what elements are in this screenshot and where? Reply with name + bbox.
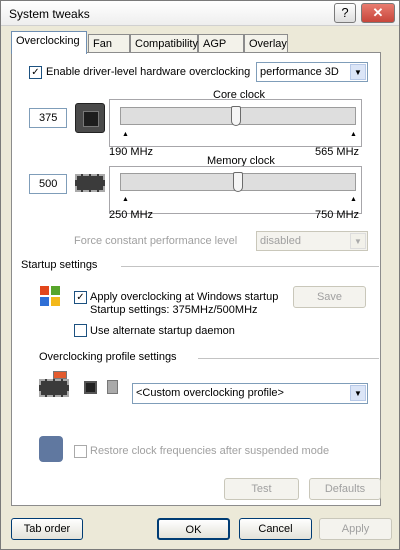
chevron-down-icon: ▼ bbox=[350, 233, 366, 249]
close-button[interactable]: ✕ bbox=[361, 3, 395, 23]
restore-clock-checkbox bbox=[74, 445, 87, 458]
memory-clock-value[interactable]: 500 bbox=[29, 174, 67, 194]
startup-settings-text: Startup settings: 375MHz/500MHz bbox=[90, 304, 258, 316]
restore-clock-icon bbox=[39, 436, 63, 462]
performance-level-value: disabled bbox=[260, 235, 301, 247]
ok-button[interactable]: OK bbox=[157, 518, 230, 540]
tab-order-button[interactable]: Tab order bbox=[11, 518, 83, 540]
core-clock-value[interactable]: 375 bbox=[29, 108, 67, 128]
memory-clock-slider[interactable]: ▲ ▲ bbox=[109, 166, 362, 214]
core-clock-min-tick: ▲ bbox=[122, 131, 129, 138]
profile-select[interactable]: <Custom overclocking profile> ▼ bbox=[132, 383, 368, 404]
title-bar: System tweaks ? ✕ bbox=[1, 1, 399, 26]
core-clock-min-label: 190 MHz bbox=[109, 146, 154, 158]
chevron-down-icon: ▼ bbox=[350, 64, 366, 80]
memory-clock-max-label: 750 MHz bbox=[315, 209, 360, 221]
memory-clock-max-tick: ▲ bbox=[350, 196, 357, 203]
windows-logo-icon bbox=[38, 284, 62, 308]
system-tweaks-window: System tweaks ? ✕ Overclocking Fan Compa… bbox=[0, 0, 400, 550]
tab-overlay[interactable]: Overlay bbox=[244, 34, 288, 53]
window-title: System tweaks bbox=[9, 7, 90, 21]
core-clock-max-tick: ▲ bbox=[350, 131, 357, 138]
overclocking-panel: ✓ Enable driver-level hardware overclock… bbox=[11, 52, 381, 506]
memory-clock-min-label: 250 MHz bbox=[109, 209, 154, 221]
delete-profile-icon[interactable] bbox=[107, 380, 118, 394]
defaults-button[interactable]: Defaults bbox=[309, 478, 381, 500]
performance-level-select: disabled ▼ bbox=[256, 231, 368, 251]
tab-overclocking[interactable]: Overclocking bbox=[11, 31, 87, 54]
memory-clock-min-tick: ▲ bbox=[122, 196, 129, 203]
alternate-daemon-checkbox[interactable] bbox=[74, 324, 87, 337]
startup-divider bbox=[121, 266, 379, 267]
enable-overclocking-checkbox[interactable]: ✓ bbox=[29, 66, 42, 79]
alternate-daemon-label: Use alternate startup daemon bbox=[90, 325, 235, 337]
cancel-button[interactable]: Cancel bbox=[239, 518, 312, 540]
chevron-down-icon: ▼ bbox=[350, 385, 366, 401]
startup-settings-heading: Startup settings bbox=[21, 259, 98, 271]
profile-select-value: <Custom overclocking profile> bbox=[136, 387, 284, 399]
save-profile-icon[interactable] bbox=[84, 381, 97, 394]
help-button[interactable]: ? bbox=[334, 3, 356, 23]
save-button[interactable]: Save bbox=[293, 286, 366, 308]
core-clock-thumb[interactable] bbox=[230, 106, 241, 126]
performance-mode-value: performance 3D bbox=[260, 66, 339, 78]
test-button[interactable]: Test bbox=[224, 478, 299, 500]
gpu-chip-icon bbox=[75, 103, 105, 133]
apply-at-startup-label: Apply overclocking at Windows startup bbox=[90, 291, 279, 303]
tab-compatibility[interactable]: Compatibility bbox=[130, 34, 198, 53]
core-clock-slider[interactable]: ▲ ▲ bbox=[109, 99, 362, 147]
profile-divider bbox=[198, 358, 379, 359]
enable-overclocking-label: Enable driver-level hardware overclockin… bbox=[46, 66, 251, 78]
tab-agp[interactable]: AGP bbox=[198, 34, 244, 53]
apply-button[interactable]: Apply bbox=[319, 518, 392, 540]
performance-mode-select[interactable]: performance 3D ▼ bbox=[256, 62, 368, 82]
performance-level-label: Force constant performance level bbox=[74, 235, 238, 247]
profile-settings-heading: Overclocking profile settings bbox=[39, 351, 177, 363]
restore-clock-label: Restore clock frequencies after suspende… bbox=[90, 445, 330, 457]
core-clock-max-label: 565 MHz bbox=[315, 146, 360, 158]
memory-clock-thumb[interactable] bbox=[233, 172, 243, 192]
tab-fan[interactable]: Fan bbox=[88, 34, 130, 53]
profile-memory-icon bbox=[39, 379, 69, 397]
apply-at-startup-checkbox[interactable]: ✓ bbox=[74, 291, 87, 304]
star-icon bbox=[53, 371, 67, 379]
memory-chip-icon bbox=[75, 174, 105, 192]
